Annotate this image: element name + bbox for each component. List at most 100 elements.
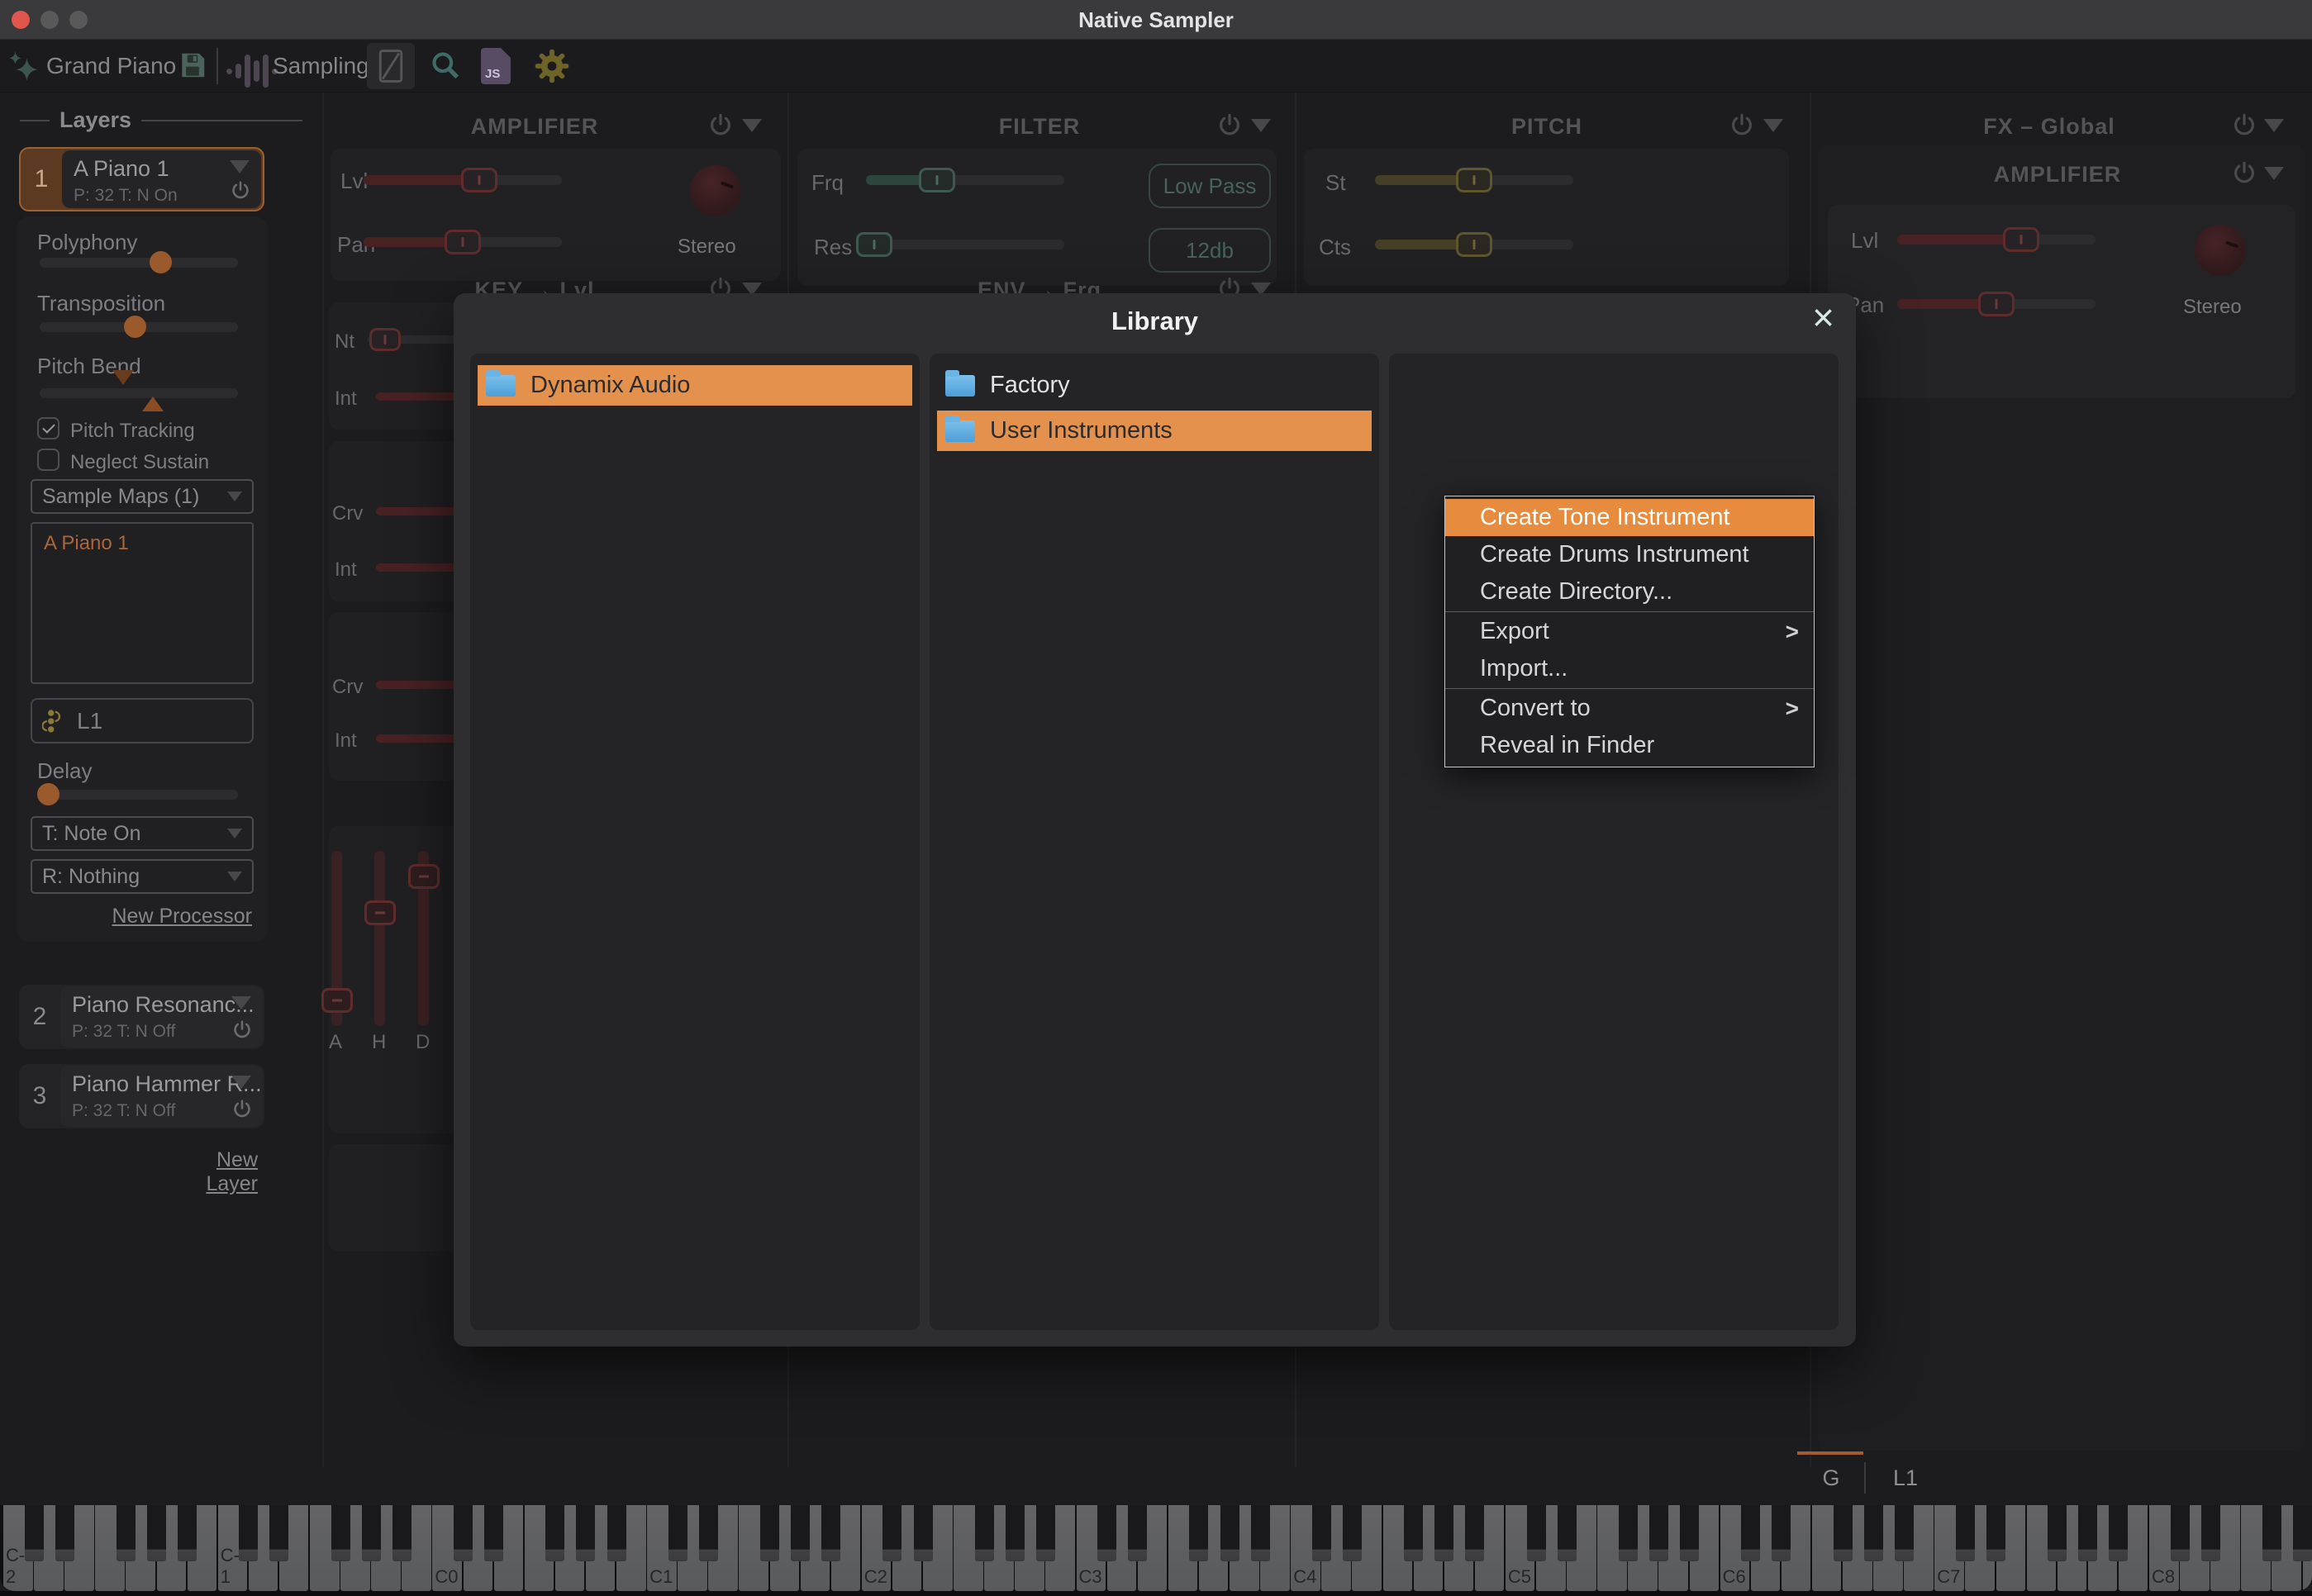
black-key[interactable] [239,1505,258,1561]
mapping-editor-button[interactable] [367,43,415,89]
collapse-panel-icon[interactable] [1763,119,1783,132]
filter-slope-button[interactable]: 12db [1149,228,1271,273]
amp-stereo-knob[interactable] [690,165,741,216]
black-key[interactable] [1864,1505,1883,1561]
black-key[interactable] [2078,1505,2097,1561]
amp-pan-slider[interactable] [364,237,562,247]
sample-maps-list[interactable]: A Piano 1 [31,522,254,684]
transposition-slider[interactable] [40,322,238,332]
black-key[interactable] [1434,1505,1453,1561]
black-key[interactable] [576,1505,595,1561]
tab-group[interactable]: G [1815,1465,1848,1491]
amp-level-slider[interactable] [364,175,562,185]
neglect-sustain-checkbox[interactable] [37,449,59,471]
black-key[interactable] [2171,1505,2190,1561]
black-key[interactable] [882,1505,901,1561]
chevron-down-icon[interactable] [231,996,251,1009]
fx-level-handle[interactable] [2003,227,2039,252]
black-key[interactable] [2201,1505,2220,1561]
menu-item-create-tone-instrument[interactable]: Create Tone Instrument [1445,499,1814,536]
pitch-bend-slider[interactable] [40,388,238,398]
menu-item-create-directory[interactable]: Create Directory... [1445,573,1814,610]
nt-handle[interactable] [369,328,401,351]
black-key[interactable] [484,1505,503,1561]
black-key[interactable] [2109,1505,2128,1561]
black-key[interactable] [1834,1505,1853,1561]
black-key[interactable] [1619,1505,1638,1561]
menu-item-convert-to[interactable]: Convert to> [1445,690,1814,727]
black-key[interactable] [1404,1505,1423,1561]
menu-item-reveal-in-finder[interactable]: Reveal in Finder [1445,727,1814,764]
black-key[interactable] [1006,1505,1025,1561]
polyphony-slider-handle[interactable] [150,251,172,273]
pitch-tracking-checkbox[interactable] [37,417,59,439]
fx-pan-handle[interactable] [1978,292,2015,316]
close-icon[interactable]: × [1812,295,1834,340]
black-key[interactable] [821,1505,840,1561]
library-item[interactable]: Dynamix Audio [478,365,912,406]
layer-item-1[interactable]: 1 A Piano 1 P: 32 T: N On [19,147,264,211]
attack-fader-handle[interactable] [321,988,353,1013]
hold-fader[interactable] [374,851,385,1026]
power-icon[interactable] [2231,160,2257,187]
power-icon[interactable] [230,180,251,202]
release-dropdown[interactable]: R: Nothing [31,859,254,894]
fx-stereo-knob[interactable] [2195,225,2246,276]
black-key[interactable] [392,1505,411,1561]
layer-item-3[interactable]: 3 Piano Hammer R... P: 32 T: N Off [19,1064,264,1128]
library-item[interactable]: Factory [937,365,1372,406]
filter-freq-handle[interactable] [919,168,955,192]
filter-freq-slider[interactable] [866,175,1064,185]
power-icon[interactable] [1729,112,1755,139]
collapse-panel-icon[interactable] [2264,119,2284,132]
script-file-icon[interactable]: JS [481,48,511,84]
black-key[interactable] [1097,1505,1116,1561]
patch-name[interactable]: Grand Piano [46,53,176,79]
collapse-panel-icon[interactable] [1251,119,1271,132]
black-key[interactable] [914,1505,933,1561]
black-key[interactable] [2262,1505,2281,1561]
chevron-down-icon[interactable] [231,1076,251,1089]
sparkle-icon[interactable] [7,50,41,84]
black-key[interactable] [1649,1505,1668,1561]
pitch-cents-handle[interactable] [1456,232,1492,257]
layer-item-2[interactable]: 2 Piano Resonanc... P: 32 T: N Off [19,985,264,1049]
black-key[interactable] [1741,1505,1760,1561]
black-key[interactable] [668,1505,687,1561]
black-key[interactable] [25,1505,44,1561]
black-key[interactable] [1189,1505,1208,1561]
black-key[interactable] [1128,1505,1147,1561]
black-key[interactable] [147,1505,166,1561]
black-key[interactable] [607,1505,626,1561]
black-key[interactable] [1895,1505,1914,1561]
pitch-bend-up-handle[interactable] [142,397,164,411]
black-key[interactable] [1772,1505,1791,1561]
filter-type-button[interactable]: Low Pass [1149,164,1271,208]
black-key[interactable] [55,1505,74,1561]
black-key[interactable] [1956,1505,1975,1561]
collapse-panel-icon[interactable] [2264,167,2284,180]
sampling-label[interactable]: Sampling [273,53,369,79]
tab-layer-1[interactable]: L1 [1881,1465,1930,1491]
power-icon[interactable] [2231,112,2257,139]
power-icon[interactable] [707,112,734,139]
black-key[interactable] [2048,1505,2067,1561]
black-key[interactable] [1312,1505,1331,1561]
transposition-slider-handle[interactable] [124,316,146,338]
black-key[interactable] [178,1505,197,1561]
black-key[interactable] [454,1505,473,1561]
delay-slider-handle[interactable] [37,783,59,805]
trigger-dropdown[interactable]: T: Note On [31,816,254,851]
sample-maps-dropdown[interactable]: Sample Maps (1) [31,479,254,514]
menu-item-export[interactable]: Export> [1445,613,1814,650]
library-item[interactable]: User Instruments [937,411,1372,451]
pitch-semitone-slider[interactable] [1375,175,1573,185]
filter-res-slider[interactable] [866,240,1064,249]
black-key[interactable] [331,1505,350,1561]
amp-level-handle[interactable] [461,168,497,192]
black-key[interactable] [1251,1505,1270,1561]
hold-fader-handle[interactable] [364,900,396,925]
sample-map-item[interactable]: A Piano 1 [32,524,252,563]
black-key[interactable] [545,1505,564,1561]
new-processor-link[interactable]: New Processor [112,905,253,929]
